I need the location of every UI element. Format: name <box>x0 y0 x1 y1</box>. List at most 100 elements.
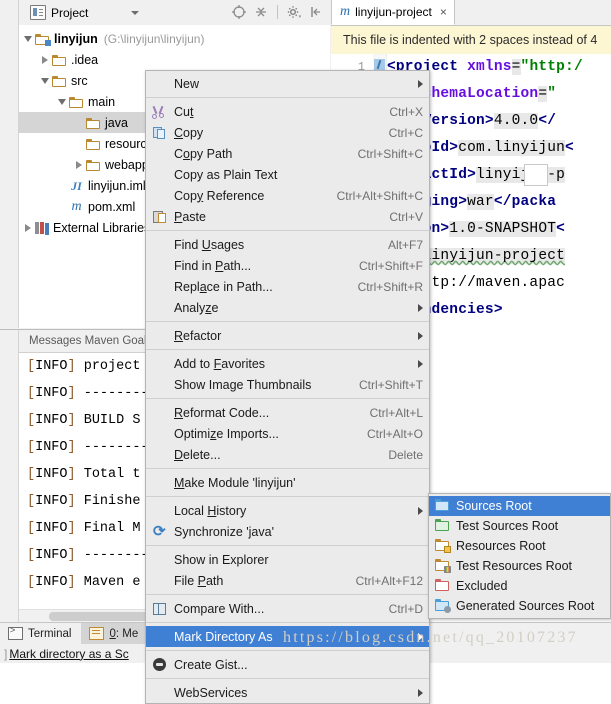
menu-item-shortcut: Ctrl+Shift+R <box>357 279 423 294</box>
menu-item-shortcut: Ctrl+Alt+O <box>366 426 423 441</box>
tree-toggle-open-icon[interactable] <box>21 28 35 49</box>
menu-item-find-usages[interactable]: Find Usages Alt+F7 <box>146 234 429 255</box>
tree-node-label: main <box>88 94 116 109</box>
messages-icon <box>89 627 105 640</box>
menu-item-synchronize-java[interactable]: Synchronize 'java' <box>146 521 429 542</box>
hide-window-icon[interactable] <box>308 4 324 20</box>
submenu-item-generated-sources-root[interactable]: Generated Sources Root <box>429 596 610 616</box>
menu-separator <box>146 545 429 546</box>
submenu-arrow-icon <box>418 303 423 312</box>
chevron-down-icon[interactable] <box>131 10 140 15</box>
menu-item-label: WebServices <box>174 685 248 700</box>
menu-item-no-icon <box>150 685 170 701</box>
submenu-item-test-resources-root[interactable]: Test Resources Root <box>429 556 610 576</box>
status-bar-message: Mark directory as a Sc <box>9 646 129 661</box>
submenu-item-resources-root[interactable]: Resources Root <box>429 536 610 556</box>
tree-toggle-closed-icon[interactable] <box>21 217 35 238</box>
menu-item-shortcut: Ctrl+D <box>388 601 423 616</box>
project-view-selector[interactable]: Project <box>23 2 146 23</box>
submenu-item-sources-root[interactable]: Sources Root <box>429 496 610 516</box>
menu-item-label: Compare With... <box>174 601 265 616</box>
code-token: war <box>467 194 494 210</box>
menu-item-replace-in-path[interactable]: Replace in Path... Ctrl+Shift+R <box>146 276 429 297</box>
menu-item-copy-path[interactable]: Copy Path Ctrl+Shift+C <box>146 143 429 164</box>
editor-notification-bar[interactable]: This file is indented with 2 spaces inst… <box>331 26 611 55</box>
menu-separator <box>146 349 429 350</box>
menu-item-add-to-favorites[interactable]: Add to Favorites <box>146 353 429 374</box>
submenu-item-label: Resources Root <box>456 539 546 553</box>
menu-item-cut[interactable]: Cut Ctrl+X <box>146 101 429 122</box>
submenu-item-test-sources-root[interactable]: Test Sources Root <box>429 516 610 536</box>
libraries-icon <box>35 221 49 234</box>
maven-file-icon: m <box>340 4 351 19</box>
mark-directory-as-submenu[interactable]: Sources Root Test Sources Root Resources R… <box>428 493 611 619</box>
menu-item-label: Delete... <box>174 447 221 462</box>
submenu-item-label: Sources Root <box>456 499 532 513</box>
menu-item-show-in-explorer[interactable]: Show in Explorer <box>146 549 429 570</box>
tree-toggle-open-icon[interactable] <box>55 91 69 112</box>
submenu-arrow-icon <box>418 688 423 697</box>
menu-item-no-icon <box>150 629 170 645</box>
folder-icon <box>52 54 67 66</box>
code-token: linyijun-p <box>476 167 566 183</box>
fold-marker-icon[interactable] <box>374 59 385 70</box>
tree-toggle-closed-icon[interactable] <box>38 49 52 70</box>
folder-blue-icon <box>434 498 451 513</box>
menu-item-shortcut: Alt+F7 <box>387 237 423 252</box>
bottom-tab-terminal[interactable]: Terminal <box>0 623 81 644</box>
menu-item-webservices[interactable]: WebServices <box>146 682 429 703</box>
submenu-item-excluded[interactable]: Excluded <box>429 576 610 596</box>
code-token: </packa <box>493 194 557 210</box>
menu-item-compare-with[interactable]: Compare With... Ctrl+D <box>146 598 429 619</box>
tree-toggle-closed-icon[interactable] <box>72 154 86 175</box>
menu-item-mark-directory-as[interactable]: Mark Directory As <box>146 626 429 647</box>
menu-item-label: Cut <box>174 104 194 119</box>
menu-item-make-module-linyijun[interactable]: Make Module 'linyijun' <box>146 472 429 493</box>
menu-item-copy-as-plain-text[interactable]: Copy as Plain Text <box>146 164 429 185</box>
menu-item-analyze[interactable]: Analyze <box>146 297 429 318</box>
submenu-arrow-icon <box>418 359 423 368</box>
code-token: = <box>538 86 548 102</box>
tree-node-label: webapp <box>105 157 149 172</box>
menu-item-optimize-imports[interactable]: Optimize Imports... Ctrl+Alt+O <box>146 423 429 444</box>
menu-item-delete[interactable]: Delete... Delete <box>146 444 429 465</box>
folder-icon <box>86 159 101 171</box>
menu-item-label: Replace in Path... <box>174 279 273 294</box>
menu-item-label: Copy Path <box>174 146 233 161</box>
editor-inline-box <box>524 164 548 186</box>
menu-item-no-icon <box>150 447 170 463</box>
locate-icon[interactable] <box>231 4 247 20</box>
settings-gear-icon[interactable] <box>286 4 302 20</box>
menu-item-shortcut: Ctrl+C <box>388 125 423 140</box>
menu-item-create-gist[interactable]: Create Gist... <box>146 654 429 675</box>
tree-toggle-open-icon[interactable] <box>38 70 52 91</box>
collapse-all-icon[interactable] <box>253 4 269 20</box>
menu-item-new[interactable]: New <box>146 73 429 94</box>
editor-tab-bar: m linyijun-project × <box>331 0 611 26</box>
tree-node-label: linyijun.iml <box>88 178 146 193</box>
tree-node-linyijun[interactable]: linyijun (G:\linyijun\linyijun) <box>19 28 330 49</box>
bottom-tab-0-me[interactable]: 0: Me <box>81 623 149 644</box>
context-menu[interactable]: New Cut Ctrl+X Copy Ctrl+C Copy Path Ctrl+Shif… <box>145 70 430 704</box>
menu-item-file-path[interactable]: File Path Ctrl+Alt+F12 <box>146 570 429 591</box>
menu-item-find-in-path[interactable]: Find in Path... Ctrl+Shift+F <box>146 255 429 276</box>
editor-tab-linyijun-project[interactable]: m linyijun-project × <box>331 0 455 25</box>
menu-item-copy-reference[interactable]: Copy Reference Ctrl+Alt+Shift+C <box>146 185 429 206</box>
code-token: 4.0.0 <box>493 113 539 129</box>
left-tool-strip <box>0 25 19 328</box>
menu-item-show-image-thumbnails[interactable]: Show Image Thumbnails Ctrl+Shift+T <box>146 374 429 395</box>
menu-item-refactor[interactable]: Refactor <box>146 325 429 346</box>
menu-item-copy[interactable]: Copy Ctrl+C <box>146 122 429 143</box>
menu-item-local-history[interactable]: Local History <box>146 500 429 521</box>
menu-separator <box>146 97 429 98</box>
menu-item-label: Paste <box>174 209 206 224</box>
close-icon[interactable]: × <box>440 5 447 19</box>
ide-window: Project linyijun (G:\linyijun\linyijun) … <box>0 0 611 704</box>
menu-item-shortcut: Ctrl+Shift+F <box>358 258 423 273</box>
menu-item-paste[interactable]: Paste Ctrl+V <box>146 206 429 227</box>
maven-file-icon: m <box>71 198 82 214</box>
menu-item-reformat-code[interactable]: Reformat Code... Ctrl+Alt+L <box>146 402 429 423</box>
tree-node--idea[interactable]: .idea <box>19 49 330 70</box>
